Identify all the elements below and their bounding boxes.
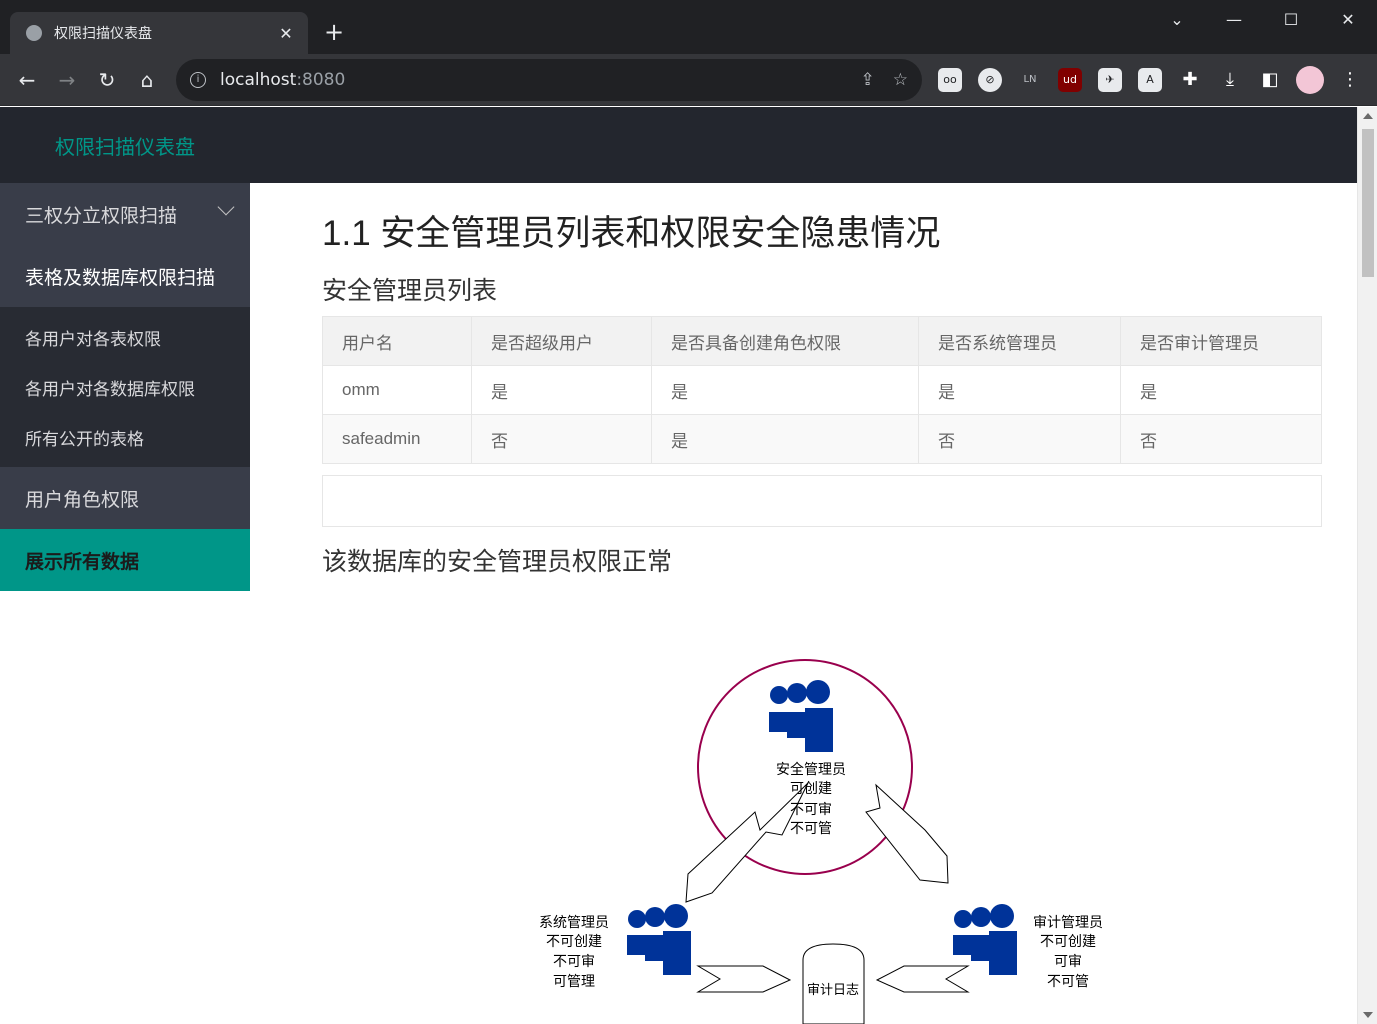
status-heading: 该数据库的安全管理员权限正常 [322, 548, 673, 576]
nav-user-role-perm[interactable]: 用户角色权限 [0, 467, 250, 529]
bookmark-star-icon[interactable]: ☆ [893, 70, 908, 90]
column-header: 是否审计管理员 [1120, 316, 1322, 366]
nav-three-power-scan[interactable]: 三权分立权限扫描 [0, 183, 250, 245]
table-heading: 安全管理员列表 [322, 277, 498, 305]
nav-label: 三权分立权限扫描 [25, 205, 178, 227]
extension-ublock-icon[interactable]: ud [1058, 68, 1082, 92]
security-admin-label: 安全管理员 [776, 761, 846, 778]
tab-close-button[interactable]: ✕ [276, 24, 296, 43]
nav-table-db-scan[interactable]: 表格及数据库权限扫描 [0, 245, 250, 307]
scroll-down-icon[interactable] [1363, 1012, 1373, 1018]
browser-tab[interactable]: 权限扫描仪表盘 ✕ [10, 12, 308, 54]
audit-admin-perm: 不可管 [1047, 974, 1089, 990]
nav-label: 展示所有数据 [25, 551, 140, 573]
audit-admin-perm: 可审 [1054, 954, 1082, 970]
maximize-button[interactable]: ☐ [1271, 6, 1311, 34]
browser-tabstrip: 权限扫描仪表盘 ✕ + ⌄ — ☐ ✕ [0, 0, 1377, 54]
system-admin-perm: 可管理 [553, 974, 595, 990]
table-cell: 是 [1120, 365, 1322, 415]
extension-send-icon[interactable]: ✈ [1098, 68, 1122, 92]
table-cell: 否 [1120, 414, 1322, 464]
system-admin-perm: 不可审 [553, 954, 595, 970]
address-bar[interactable]: i localhost :8080 ⇪ ☆ [176, 59, 922, 101]
column-header: 用户名 [322, 316, 472, 366]
sidepanel-icon[interactable]: ◧ [1258, 68, 1282, 92]
tab-search-icon[interactable]: ⌄ [1157, 6, 1197, 34]
globe-icon [26, 25, 42, 41]
url-port: :8080 [296, 70, 346, 90]
tab-title: 权限扫描仪表盘 [54, 26, 152, 42]
app-brand[interactable]: 权限扫描仪表盘 [55, 131, 195, 160]
system-admin-perm: 不可创建 [546, 934, 602, 950]
table-cell: 否 [918, 414, 1121, 464]
app-header: 权限扫描仪表盘 [0, 107, 1357, 183]
table-cell: 是 [651, 365, 919, 415]
nav-user-db-perm[interactable]: 各用户对各数据库权限 [0, 362, 250, 412]
back-icon[interactable]: ← [13, 66, 41, 94]
security-admin-perm: 不可管 [790, 821, 832, 837]
audit-admin-icon [953, 904, 1017, 975]
page-scrollbar[interactable] [1357, 107, 1377, 1024]
url-host: localhost [220, 70, 297, 90]
extension-block-icon[interactable]: ⊘ [978, 68, 1002, 92]
site-info-icon[interactable]: i [190, 72, 206, 88]
column-header: 是否具备创建角色权限 [651, 316, 919, 366]
share-icon[interactable]: ⇪ [861, 70, 875, 90]
table-cell: 是 [471, 365, 652, 415]
nav-submenu: 各用户对各表权限 各用户对各数据库权限 所有公开的表格 [0, 307, 250, 467]
audit-admin-label: 审计管理员 [1033, 915, 1103, 931]
extensions-puzzle-icon[interactable]: ✚ [1178, 68, 1202, 92]
home-icon[interactable]: ⌂ [133, 66, 161, 94]
table-header-row: 用户名 是否超级用户 是否具备创建角色权限 是否系统管理员 是否审计管理员 [322, 316, 1322, 366]
table-row: safeadmin 否 是 否 否 [322, 414, 1322, 464]
chevron-down-icon [217, 198, 235, 216]
new-tab-button[interactable]: + [324, 18, 344, 46]
page-title: 1.1 安全管理员列表和权限安全隐患情况 [322, 214, 941, 253]
audit-admin-perm: 不可创建 [1040, 934, 1096, 950]
three-power-diagram: 审计日志 安全管理员 可创建 不可审 不可管 系统管理员 不可创建 不可审 可管… [539, 659, 1103, 1024]
empty-panel [322, 475, 1322, 527]
minimize-button[interactable]: — [1214, 6, 1254, 34]
table-cell: omm [322, 365, 472, 415]
security-admin-perm: 可创建 [790, 781, 832, 797]
profile-avatar[interactable] [1296, 66, 1324, 94]
scroll-thumb[interactable] [1362, 129, 1374, 277]
nav-show-all-data[interactable]: 展示所有数据 [0, 529, 250, 591]
browser-toolbar: ← → ↻ ⌂ i localhost :8080 ⇪ ☆ oo ⊘ LN ud… [0, 54, 1377, 106]
table-cell: 是 [918, 365, 1121, 415]
security-admin-icon [769, 680, 833, 752]
extension-ln-icon[interactable]: LN [1018, 68, 1042, 92]
column-header: 是否超级用户 [471, 316, 652, 366]
download-icon[interactable]: ⤓ [1218, 68, 1242, 92]
audit-log-label: 审计日志 [807, 983, 859, 998]
table-cell: 是 [651, 414, 919, 464]
nav-label: 用户角色权限 [25, 489, 140, 511]
column-header: 是否系统管理员 [918, 316, 1121, 366]
nav-user-table-perm[interactable]: 各用户对各表权限 [0, 312, 250, 362]
close-window-button[interactable]: ✕ [1328, 6, 1368, 34]
nav-label: 表格及数据库权限扫描 [25, 267, 216, 289]
admin-table: 用户名 是否超级用户 是否具备创建角色权限 是否系统管理员 是否审计管理员 om… [322, 316, 1322, 464]
extension-goggles-icon[interactable]: oo [938, 68, 962, 92]
system-admin-label: 系统管理员 [539, 915, 609, 931]
sidebar: 三权分立权限扫描 表格及数据库权限扫描 各用户对各表权限 各用户对各数据库权限 … [0, 183, 250, 1024]
table-cell: safeadmin [322, 414, 472, 464]
table-row: omm 是 是 是 是 [322, 365, 1322, 415]
forward-icon[interactable]: → [53, 66, 81, 94]
security-admin-perm: 不可审 [790, 802, 832, 818]
nav-public-tables[interactable]: 所有公开的表格 [0, 412, 250, 462]
scroll-up-icon[interactable] [1363, 113, 1373, 119]
menu-icon[interactable]: ⋮ [1338, 68, 1362, 92]
arrow-audit-to-log [875, 965, 970, 993]
reload-icon[interactable]: ↻ [93, 66, 121, 94]
system-admin-icon [627, 904, 691, 975]
extension-a-icon[interactable]: A [1138, 68, 1162, 92]
table-cell: 否 [471, 414, 652, 464]
arrow-system-to-log [696, 965, 792, 993]
